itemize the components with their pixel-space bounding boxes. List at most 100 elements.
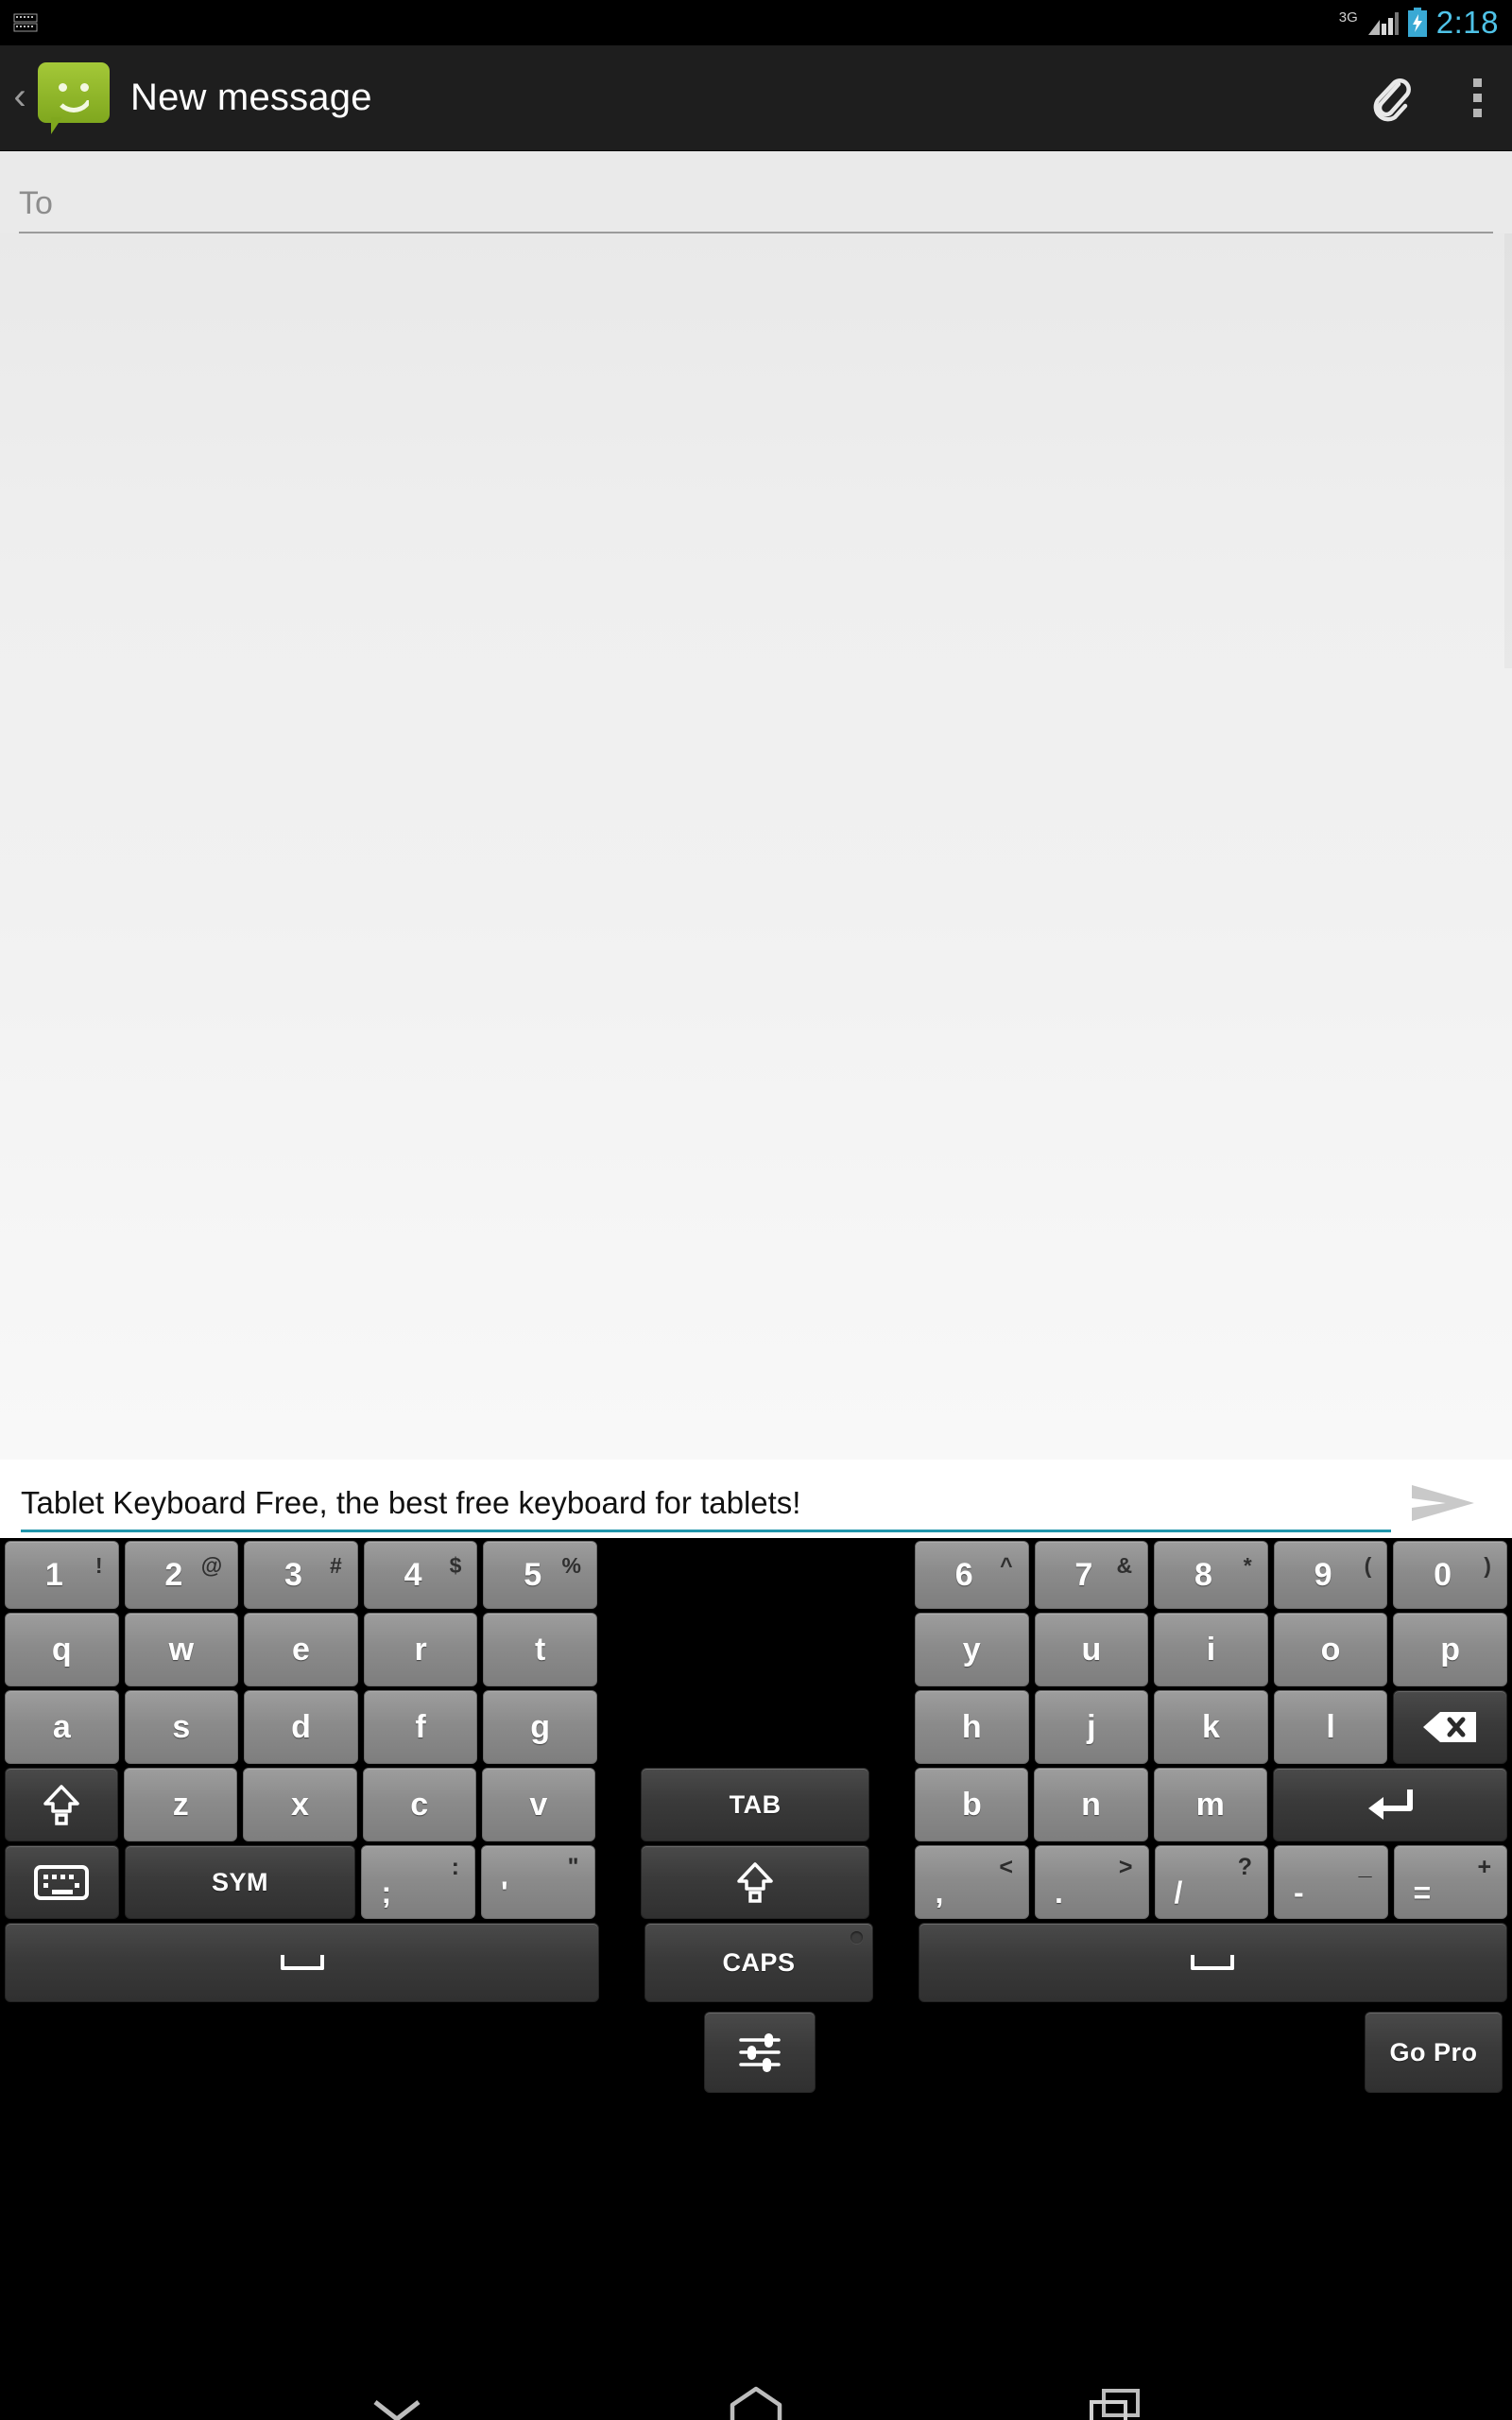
battery-charging-icon xyxy=(1407,8,1428,38)
key-t[interactable]: t xyxy=(483,1613,597,1686)
key-tab[interactable]: TAB xyxy=(640,1768,870,1841)
shift-arrow-icon xyxy=(737,1862,773,1903)
backspace-icon xyxy=(1422,1712,1476,1742)
key-shift-left[interactable] xyxy=(5,1768,119,1841)
key-main-label: u xyxy=(1081,1631,1102,1668)
key-5[interactable]: 5 % xyxy=(483,1541,597,1609)
key-semicolon[interactable]: ; : xyxy=(361,1845,475,1919)
keyboard-icon xyxy=(13,12,38,33)
key-e[interactable]: e xyxy=(244,1613,358,1686)
key-alt-label: % xyxy=(561,1553,581,1578)
key-minus[interactable]: - _ xyxy=(1274,1845,1388,1919)
key-space-right[interactable] xyxy=(918,1923,1507,2002)
home-button[interactable] xyxy=(699,2377,813,2420)
key-switch-keyboard[interactable] xyxy=(5,1845,119,1919)
hide-keyboard-button[interactable] xyxy=(340,2377,454,2420)
message-text: Tablet Keyboard Free, the best free keyb… xyxy=(21,1485,801,1520)
key-alt-label: ^ xyxy=(1000,1553,1013,1578)
key-x[interactable]: x xyxy=(243,1768,357,1841)
status-clock: 2:18 xyxy=(1435,5,1499,40)
key-a[interactable]: a xyxy=(5,1690,119,1764)
key-alt-label: " xyxy=(567,1854,579,1880)
key-enter[interactable] xyxy=(1272,1768,1508,1841)
recipient-input[interactable]: To xyxy=(19,185,1493,233)
key-space-left[interactable] xyxy=(5,1923,600,2002)
send-button[interactable] xyxy=(1391,1479,1495,1538)
key-r[interactable]: r xyxy=(363,1613,478,1686)
key-equals[interactable]: = + xyxy=(1393,1845,1508,1919)
key-8[interactable]: 8 * xyxy=(1154,1541,1268,1609)
keyboard-center-gap xyxy=(600,1613,912,1686)
recents-button[interactable] xyxy=(1058,2377,1172,2420)
key-y[interactable]: y xyxy=(914,1613,1029,1686)
key-4[interactable]: 4 $ xyxy=(363,1541,478,1609)
key-2[interactable]: 2 @ xyxy=(124,1541,239,1609)
key-period[interactable]: . > xyxy=(1034,1845,1149,1919)
key-b[interactable]: b xyxy=(915,1768,1029,1841)
overflow-menu-icon[interactable] xyxy=(1460,78,1495,117)
key-m[interactable]: m xyxy=(1153,1768,1267,1841)
key-main-label: o xyxy=(1320,1631,1341,1668)
key-main-label: / xyxy=(1174,1876,1183,1910)
key-w[interactable]: w xyxy=(124,1613,239,1686)
key-3[interactable]: 3 # xyxy=(244,1541,358,1609)
key-o[interactable]: o xyxy=(1273,1613,1388,1686)
key-g[interactable]: g xyxy=(483,1690,597,1764)
keyboard-row-home: a s d f g h j k l xyxy=(2,1690,1510,1764)
key-u[interactable]: u xyxy=(1034,1613,1149,1686)
message-input[interactable]: Tablet Keyboard Free, the best free keyb… xyxy=(21,1485,1391,1532)
back-chevron-icon[interactable]: ‹ xyxy=(4,78,36,119)
key-caps[interactable]: CAPS xyxy=(644,1923,873,2002)
key-v[interactable]: v xyxy=(481,1768,595,1841)
go-pro-button[interactable]: Go Pro xyxy=(1365,2012,1503,2093)
key-main-label: n xyxy=(1081,1786,1101,1823)
key-9[interactable]: 9 ( xyxy=(1273,1541,1388,1609)
key-main-label: t xyxy=(535,1631,546,1668)
key-s[interactable]: s xyxy=(124,1690,239,1764)
key-alt-label: ? xyxy=(1237,1854,1253,1880)
key-main-label: Go Pro xyxy=(1389,2037,1478,2066)
key-1[interactable]: 1 ! xyxy=(5,1541,119,1609)
key-slash[interactable]: / ? xyxy=(1154,1845,1269,1919)
key-d[interactable]: d xyxy=(244,1690,358,1764)
sliders-settings-icon xyxy=(739,2033,781,2072)
action-bar: ‹ New message xyxy=(0,45,1512,151)
key-main-label: = xyxy=(1413,1876,1432,1910)
key-i[interactable]: i xyxy=(1154,1613,1268,1686)
paperclip-icon[interactable] xyxy=(1367,75,1411,122)
send-arrow-icon xyxy=(1412,1485,1474,1521)
key-j[interactable]: j xyxy=(1034,1690,1149,1764)
sms-smiley-icon[interactable] xyxy=(38,61,110,134)
key-h[interactable]: h xyxy=(914,1690,1029,1764)
recipient-placeholder: To xyxy=(19,185,53,221)
key-k[interactable]: k xyxy=(1154,1690,1268,1764)
key-apostrophe[interactable]: ' " xyxy=(480,1845,595,1919)
key-main-label: . xyxy=(1054,1876,1063,1910)
key-alt-label: < xyxy=(999,1854,1013,1880)
signal-bars-icon xyxy=(1366,9,1399,37)
network-type-label: 3G xyxy=(1338,9,1358,26)
key-main-label: c xyxy=(410,1786,429,1823)
key-z[interactable]: z xyxy=(124,1768,238,1841)
key-sym[interactable]: SYM xyxy=(124,1845,356,1919)
key-7[interactable]: 7 & xyxy=(1034,1541,1149,1609)
key-n[interactable]: n xyxy=(1034,1768,1148,1841)
keyboard-settings-button[interactable] xyxy=(704,2012,816,2093)
key-main-label: 4 xyxy=(404,1556,422,1593)
key-0[interactable]: 0 ) xyxy=(1393,1541,1507,1609)
key-f[interactable]: f xyxy=(363,1690,478,1764)
key-backspace[interactable] xyxy=(1393,1690,1507,1764)
key-p[interactable]: p xyxy=(1393,1613,1507,1686)
key-q[interactable]: q xyxy=(5,1613,119,1686)
chevron-down-icon xyxy=(373,2400,421,2420)
key-c[interactable]: c xyxy=(362,1768,476,1841)
scroll-indicator[interactable] xyxy=(1504,233,1512,668)
key-shift-center[interactable] xyxy=(640,1845,870,1919)
key-comma[interactable]: , < xyxy=(915,1845,1029,1919)
key-6[interactable]: 6 ^ xyxy=(914,1541,1029,1609)
key-main-label: , xyxy=(935,1876,944,1910)
key-main-label: k xyxy=(1201,1708,1220,1745)
key-l[interactable]: l xyxy=(1273,1690,1388,1764)
keyboard-center-gap xyxy=(600,1541,912,1609)
